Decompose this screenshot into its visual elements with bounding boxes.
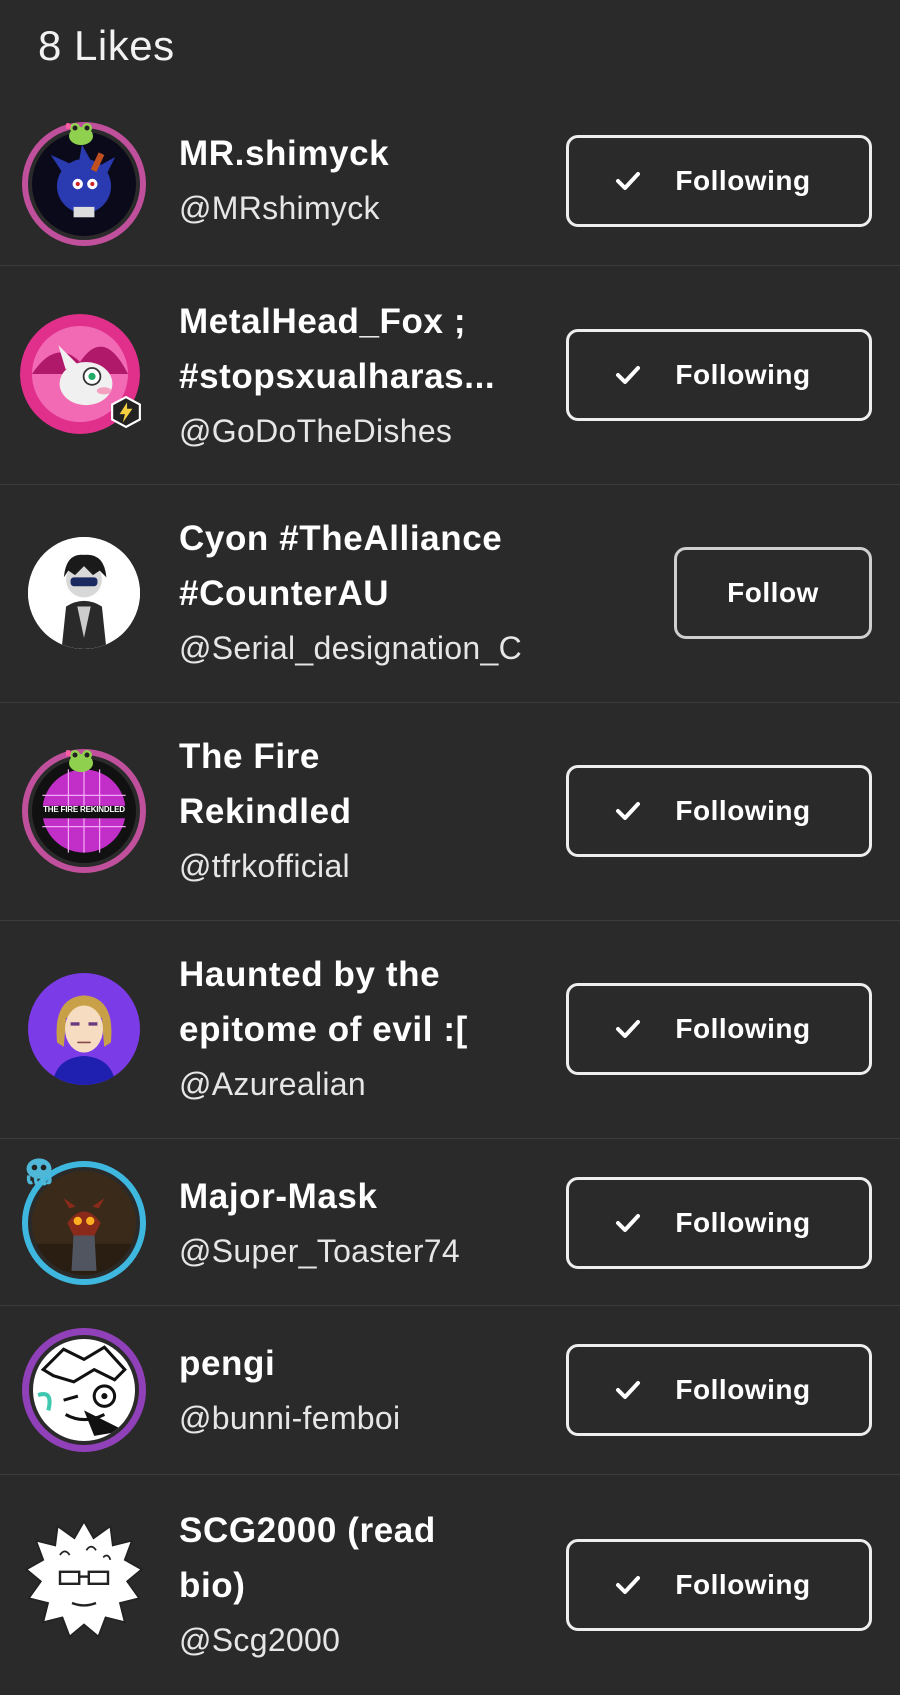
display-name-line-1: Haunted by the — [179, 955, 441, 994]
following-button[interactable]: Following — [566, 135, 872, 227]
button-label: Follow — [727, 577, 819, 608]
avatar[interactable] — [22, 531, 146, 655]
following-button[interactable]: Following — [566, 1177, 872, 1269]
header: 8 Likes — [0, 0, 900, 98]
display-name-line-1: Cyon #TheAlliance — [179, 519, 503, 558]
display-name: Major-Mask — [179, 1177, 378, 1216]
user-info[interactable]: Cyon #TheAlliance #CounterAU @Serial_des… — [179, 511, 559, 676]
button-label: Following — [675, 1374, 811, 1405]
avatar-caption: THE FIRE REKINDLED — [43, 805, 125, 814]
avatar[interactable] — [18, 312, 142, 436]
button-label: Following — [675, 1013, 811, 1044]
button-label: Following — [675, 795, 811, 826]
check-icon — [616, 172, 641, 190]
likes-list: MR.shimyck @MRshimyck Following MetalHea… — [0, 98, 900, 1695]
avatar-cartoon-woman-icon — [28, 973, 140, 1085]
avatar[interactable] — [22, 1517, 146, 1641]
list-item[interactable]: THE FIRE REKINDLED The Fire Rekindled @t… — [0, 703, 900, 921]
user-handle: @Azurealian — [179, 1066, 366, 1102]
user-handle: @tfrkofficial — [179, 848, 350, 884]
user-info[interactable]: The Fire Rekindled @tfrkofficial — [179, 729, 539, 894]
display-name: MR.shimyck — [179, 134, 390, 173]
following-button[interactable]: Following — [566, 1344, 872, 1436]
display-name-line-2: #CounterAU — [179, 574, 390, 613]
frog-badge-icon — [65, 745, 96, 775]
list-item[interactable]: MR.shimyck @MRshimyck Following — [0, 98, 900, 266]
user-handle: @bunni-femboi — [179, 1400, 401, 1436]
display-name-line-1: The Fire — [179, 737, 320, 776]
button-label: Following — [675, 359, 811, 390]
user-info[interactable]: pengi @bunni-femboi — [179, 1336, 539, 1446]
list-item[interactable]: Cyon #TheAlliance #CounterAU @Serial_des… — [0, 485, 900, 703]
list-item[interactable]: Major-Mask @Super_Toaster74 Following — [0, 1139, 900, 1306]
list-item[interactable]: Haunted by the epitome of evil :[ @Azure… — [0, 921, 900, 1139]
check-icon — [616, 1214, 641, 1232]
check-icon — [616, 366, 641, 384]
user-info[interactable]: Major-Mask @Super_Toaster74 — [179, 1169, 539, 1279]
avatar[interactable] — [22, 967, 146, 1091]
display-name-line-2: Rekindled — [179, 792, 352, 831]
following-button[interactable]: Following — [566, 329, 872, 421]
follow-button[interactable]: Follow — [674, 547, 872, 639]
list-item[interactable]: SCG2000 (read bio) @Scg2000 Following — [0, 1475, 900, 1695]
display-name-line-2: bio) — [179, 1566, 246, 1605]
check-icon — [616, 1381, 641, 1399]
lightning-badge-icon — [110, 395, 142, 429]
display-name-line-1: MetalHead_Fox ; — [179, 302, 467, 341]
user-handle: @GoDoTheDishes — [179, 413, 453, 449]
user-info[interactable]: Haunted by the epitome of evil :[ @Azure… — [179, 947, 539, 1112]
user-handle: @Scg2000 — [179, 1622, 341, 1658]
user-handle: @Serial_designation_C — [179, 630, 522, 666]
following-button[interactable]: Following — [566, 1539, 872, 1631]
avatar-spiky-sketch-icon — [24, 1519, 144, 1639]
button-label: Following — [675, 165, 811, 196]
avatar-dark-figure-icon — [28, 537, 140, 649]
check-icon — [616, 1020, 641, 1038]
list-item[interactable]: MetalHead_Fox ; #stopsxualharas... @GoDo… — [0, 266, 900, 485]
avatar[interactable]: THE FIRE REKINDLED — [22, 749, 146, 873]
display-name-line-1: SCG2000 (read — [179, 1511, 436, 1550]
user-info[interactable]: MetalHead_Fox ; #stopsxualharas... @GoDo… — [179, 294, 539, 459]
frog-badge-icon — [65, 118, 96, 148]
user-info[interactable]: MR.shimyck @MRshimyck — [179, 126, 539, 236]
avatar[interactable] — [22, 1158, 146, 1285]
avatar[interactable] — [22, 1328, 146, 1452]
following-button[interactable]: Following — [566, 983, 872, 1075]
octopus-badge-icon — [22, 1155, 56, 1189]
display-name-line-2: epitome of evil :[ — [179, 1010, 468, 1049]
user-info[interactable]: SCG2000 (read bio) @Scg2000 — [179, 1503, 539, 1668]
likes-count-title: 8 Likes — [38, 22, 175, 69]
check-icon — [616, 802, 641, 820]
avatar[interactable] — [22, 122, 146, 246]
button-label: Following — [675, 1207, 811, 1238]
avatar-sketch-face-icon — [33, 1339, 135, 1441]
list-item[interactable]: pengi @bunni-femboi Following — [0, 1306, 900, 1475]
check-icon — [616, 1576, 641, 1594]
user-handle: @Super_Toaster74 — [179, 1233, 461, 1269]
display-name-line-2: #stopsxualharas... — [179, 357, 496, 396]
button-label: Following — [675, 1569, 811, 1600]
display-name: pengi — [179, 1344, 276, 1383]
following-button[interactable]: Following — [566, 765, 872, 857]
user-handle: @MRshimyck — [179, 190, 380, 226]
